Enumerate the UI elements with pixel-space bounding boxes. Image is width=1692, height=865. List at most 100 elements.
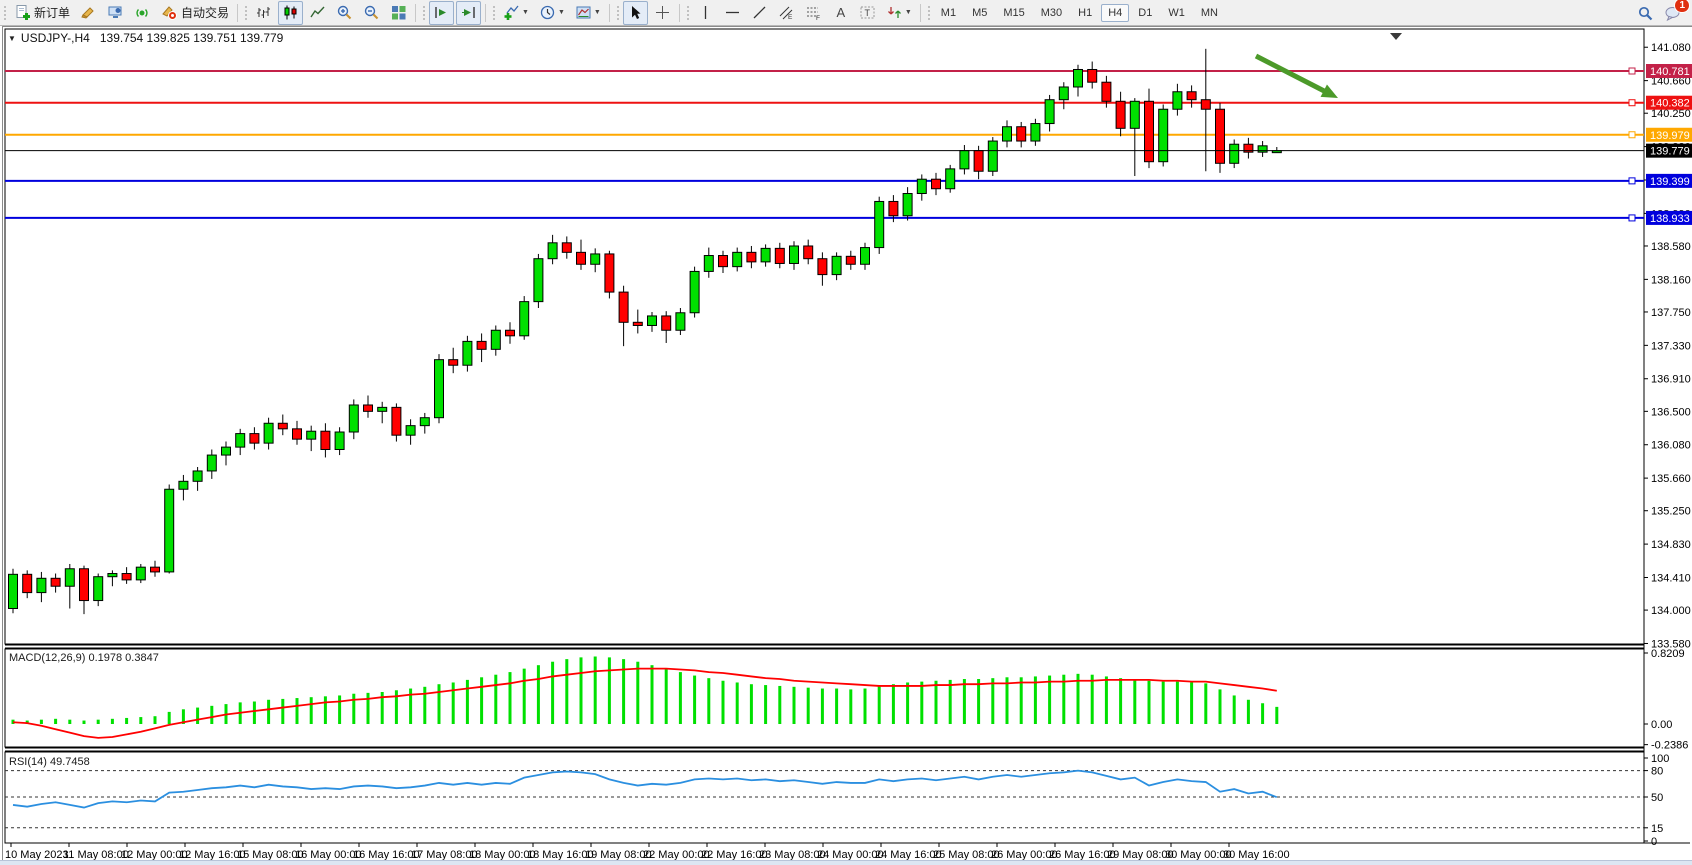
- toolbar-drag-handle: [685, 4, 690, 22]
- toolbar-separator: [485, 4, 486, 22]
- timeframe-w1-button[interactable]: W1: [1161, 4, 1192, 22]
- trendline-button[interactable]: [747, 1, 772, 25]
- rsi-indicator-label: RSI(14) 49.7458: [9, 756, 90, 768]
- timeframe-m30-button[interactable]: M30: [1034, 4, 1069, 22]
- svg-text:80: 80: [1651, 766, 1663, 778]
- arrows-button[interactable]: ▼: [882, 1, 916, 25]
- alerts-button[interactable]: [76, 1, 101, 25]
- svg-text:22 May 00:00: 22 May 00:00: [643, 849, 710, 860]
- hline-handle[interactable]: [1629, 100, 1635, 106]
- chevron-down-icon[interactable]: ▼: [558, 9, 565, 16]
- svg-text:19 May 08:00: 19 May 08:00: [585, 849, 652, 860]
- market-depth-button[interactable]: [103, 1, 128, 25]
- candlestick-button[interactable]: [278, 1, 303, 25]
- timeframe-h4-button[interactable]: H4: [1101, 4, 1129, 22]
- chart-window[interactable]: ▼ USDJPY-,H4 139.754 139.825 139.751 139…: [2, 26, 1692, 861]
- bar-chart-button[interactable]: [251, 1, 276, 25]
- timeframe-m1-button[interactable]: M1: [934, 4, 963, 22]
- periods-button[interactable]: ▼: [535, 1, 569, 25]
- new-order-button-label: 新订单: [34, 4, 70, 21]
- templates-button[interactable]: ▼: [571, 1, 605, 25]
- vertical-line-button[interactable]: [693, 1, 718, 25]
- chart-menu-arrow-icon[interactable]: ▼: [8, 34, 16, 43]
- line-chart-button[interactable]: [305, 1, 330, 25]
- svg-text:12 May 16:00: 12 May 16:00: [179, 849, 246, 860]
- new-order-button[interactable]: 新订单: [10, 1, 74, 25]
- indicators-button[interactable]: ▼: [499, 1, 533, 25]
- toolbar-separator: [237, 4, 238, 22]
- chart-title: ▼ USDJPY-,H4 139.754 139.825 139.751 139…: [8, 31, 283, 45]
- chevron-down-icon[interactable]: ▼: [594, 9, 601, 16]
- tile-windows-button[interactable]: [386, 1, 411, 25]
- chart-canvas[interactable]: 141.080140.660140.250139.830139.410138.9…: [3, 27, 1692, 860]
- timeframe-m5-button[interactable]: M5: [965, 4, 994, 22]
- status-strip: [0, 860, 1692, 865]
- hline-handle[interactable]: [1629, 68, 1635, 74]
- fibonacci-button[interactable]: F: [801, 1, 826, 25]
- svg-text:134.000: 134.000: [1651, 605, 1691, 617]
- hline-handle[interactable]: [1629, 215, 1635, 221]
- zoom-in-icon: [336, 4, 353, 21]
- tile-windows-icon: [390, 4, 407, 21]
- svg-text:26 May 00:00: 26 May 00:00: [991, 849, 1058, 860]
- signals-button[interactable]: [130, 1, 155, 25]
- timeframe-h1-button[interactable]: H1: [1071, 4, 1099, 22]
- vline-icon: [697, 4, 714, 21]
- crosshair-button[interactable]: [650, 1, 675, 25]
- search-button[interactable]: [1633, 1, 1658, 25]
- arrows-tool-icon: [886, 4, 903, 21]
- svg-text:18 May 16:00: 18 May 16:00: [527, 849, 594, 860]
- channel-button[interactable]: E: [774, 1, 799, 25]
- svg-text:25 May 08:00: 25 May 08:00: [933, 849, 1000, 860]
- toolbar-drag-handle: [243, 4, 248, 22]
- chart-shift-icon: [460, 4, 477, 21]
- text-button[interactable]: A: [828, 1, 853, 25]
- template-icon: [575, 4, 592, 21]
- chevron-down-icon[interactable]: ▼: [905, 9, 912, 16]
- svg-text:138.580: 138.580: [1651, 241, 1691, 253]
- toolbar-separator: [920, 4, 921, 22]
- svg-text:139.979: 139.979: [1650, 130, 1690, 142]
- price-axis[interactable]: 141.080140.660140.250139.830139.410138.9…: [1644, 42, 1691, 848]
- price-line-labels: 140.781140.382139.979139.399138.933139.7…: [1646, 64, 1692, 225]
- hline-handle[interactable]: [1629, 178, 1635, 184]
- svg-text:135.250: 135.250: [1651, 506, 1691, 518]
- time-axis[interactable]: 10 May 202311 May 08:0012 May 00:0012 Ma…: [5, 843, 1690, 860]
- toolbar-separator: [609, 4, 610, 22]
- timeframe-d1-button[interactable]: D1: [1131, 4, 1159, 22]
- toolbar-drag-handle: [491, 4, 496, 22]
- text-label-button[interactable]: T: [855, 1, 880, 25]
- autotrading-button[interactable]: 自动交易: [157, 1, 233, 25]
- horizontal-line-button[interactable]: [720, 1, 745, 25]
- text-a-icon: A: [832, 4, 849, 21]
- gold-alert-icon: [80, 4, 97, 21]
- autotrading-button-label: 自动交易: [181, 4, 229, 21]
- svg-text:50: 50: [1651, 792, 1663, 804]
- svg-text:29 May 08:00: 29 May 08:00: [1107, 849, 1174, 860]
- timeframe-mn-button[interactable]: MN: [1194, 4, 1225, 22]
- chevron-down-icon[interactable]: ▼: [522, 9, 529, 16]
- line-chart-icon: [309, 4, 326, 21]
- svg-text:F: F: [816, 15, 820, 21]
- notifications-button[interactable]: 1: [1660, 1, 1685, 25]
- zoom-in-button[interactable]: [332, 1, 357, 25]
- zoom-out-button[interactable]: [359, 1, 384, 25]
- svg-text:17 May 08:00: 17 May 08:00: [411, 849, 478, 860]
- autoscroll-button[interactable]: [429, 1, 454, 25]
- timeframe-m15-button[interactable]: M15: [996, 4, 1031, 22]
- svg-text:16 May 16:00: 16 May 16:00: [353, 849, 420, 860]
- cursor-button[interactable]: [623, 1, 648, 25]
- svg-text:24 May 16:00: 24 May 16:00: [875, 849, 942, 860]
- application-window: 新订单 自动交易 ▼ ▼ ▼ E F AT ▼ M1M5M15M30H1H4D1W1MN 1 ▼ U…: [0, 0, 1692, 865]
- svg-text:134.410: 134.410: [1651, 572, 1691, 584]
- hline-handle[interactable]: [1629, 132, 1635, 138]
- svg-text:136.080: 136.080: [1651, 440, 1691, 452]
- zoom-out-icon: [363, 4, 380, 21]
- chart-symbol-period: USDJPY-,H4: [21, 31, 90, 45]
- chart-shift-button[interactable]: [456, 1, 481, 25]
- svg-text:138.933: 138.933: [1650, 213, 1690, 225]
- cursor-icon: [627, 4, 644, 21]
- toolbar-drag-handle: [421, 4, 426, 22]
- svg-text:A: A: [836, 5, 845, 20]
- toolbar-drag-handle: [926, 4, 931, 22]
